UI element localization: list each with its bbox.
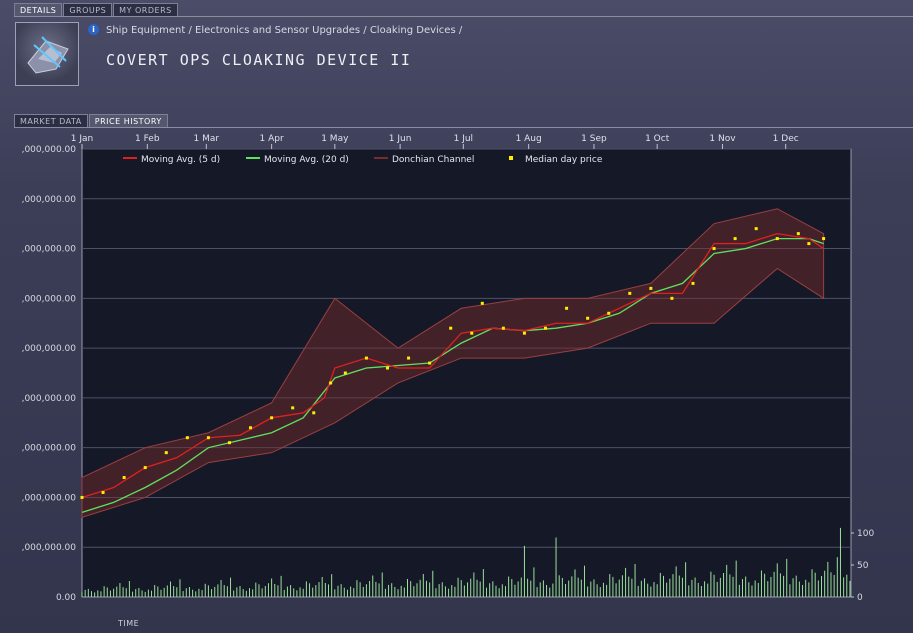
median-price-marker <box>691 281 695 285</box>
x-tick-label: 1 Nov <box>709 134 736 144</box>
x-tick-label: 1 Dec <box>773 134 799 144</box>
median-price-marker <box>628 291 632 295</box>
legend-swatch <box>509 156 513 160</box>
y-tick-label: ,000,000.00 <box>22 245 77 255</box>
median-price-marker <box>291 406 295 410</box>
median-price-marker <box>754 227 758 231</box>
y-tick-label: ,000,000.00 <box>22 195 77 205</box>
x-tick-label: 1 Jun <box>389 134 412 144</box>
x-tick-label: 1 Apr <box>260 134 284 144</box>
median-price-marker <box>544 326 548 330</box>
x-tick-label: 1 Mar <box>194 134 220 144</box>
y-tick-label: ,000,000.00 <box>22 493 77 503</box>
y-tick-label: 0.00 <box>56 593 76 603</box>
median-price-marker <box>712 247 716 251</box>
median-price-marker <box>428 361 432 365</box>
median-price-marker <box>733 237 737 241</box>
median-price-marker <box>449 326 453 330</box>
median-price-marker <box>312 411 316 415</box>
median-price-marker <box>343 371 347 375</box>
median-price-marker <box>80 495 84 499</box>
median-price-marker <box>143 466 147 470</box>
y-tick-label: ,000,000.00 <box>22 344 77 354</box>
median-price-marker <box>501 326 505 330</box>
median-price-marker <box>807 242 811 246</box>
time-axis-label: TIME <box>118 619 140 628</box>
legend-label: Median day price <box>525 155 603 165</box>
median-price-marker <box>270 416 274 420</box>
median-price-marker <box>607 311 611 315</box>
median-price-marker <box>775 237 779 241</box>
median-price-marker <box>586 316 590 320</box>
y-tick-label: ,000,000.00 <box>22 145 77 155</box>
x-tick-label: 1 Feb <box>135 134 160 144</box>
median-price-marker <box>329 381 333 385</box>
median-price-marker <box>122 476 126 480</box>
x-tick-label: 1 Jan <box>71 134 93 144</box>
y-tick-label: ,000,000.00 <box>22 394 77 404</box>
median-price-marker <box>670 296 674 300</box>
y-tick-label: ,000,000.00 <box>22 444 77 454</box>
plot-area <box>81 148 852 598</box>
median-price-marker <box>480 301 484 305</box>
median-price-marker <box>364 356 368 360</box>
x-tick-label: 1 Oct <box>645 134 670 144</box>
median-price-marker <box>164 451 168 455</box>
median-price-marker <box>185 436 189 440</box>
x-tick-label: 1 Jul <box>454 134 473 144</box>
volume-tick-label: 50 <box>857 561 869 571</box>
legend-label: Moving Avg. (5 d) <box>141 155 220 165</box>
median-price-marker <box>565 306 569 310</box>
median-price-marker <box>249 426 253 430</box>
legend-label: Donchian Channel <box>392 155 474 165</box>
median-price-marker <box>796 232 800 236</box>
x-tick-label: 1 Aug <box>516 134 542 144</box>
price-history-chart: 0.00 ,000,000.00 ,000,000.00 ,000,000.00 ,00… <box>22 134 875 603</box>
median-price-marker <box>385 366 389 370</box>
legend-label: Moving Avg. (20 d) <box>264 155 349 165</box>
median-price-marker <box>407 356 411 360</box>
median-price-marker <box>470 331 474 335</box>
median-price-marker <box>227 441 231 445</box>
x-tick-label: 1 May <box>321 134 349 144</box>
median-price-marker <box>101 490 105 494</box>
volume-tick-label: 100 <box>857 529 874 539</box>
y-tick-label: ,000,000.00 <box>22 294 77 304</box>
median-price-marker <box>522 331 526 335</box>
y-tick-label: ,000,000.00 <box>22 543 77 553</box>
median-price-marker <box>822 237 826 241</box>
median-price-marker <box>206 436 210 440</box>
median-price-marker <box>649 286 653 290</box>
volume-tick-label: 0 <box>857 593 863 603</box>
x-tick-label: 1 Sep <box>581 134 607 144</box>
